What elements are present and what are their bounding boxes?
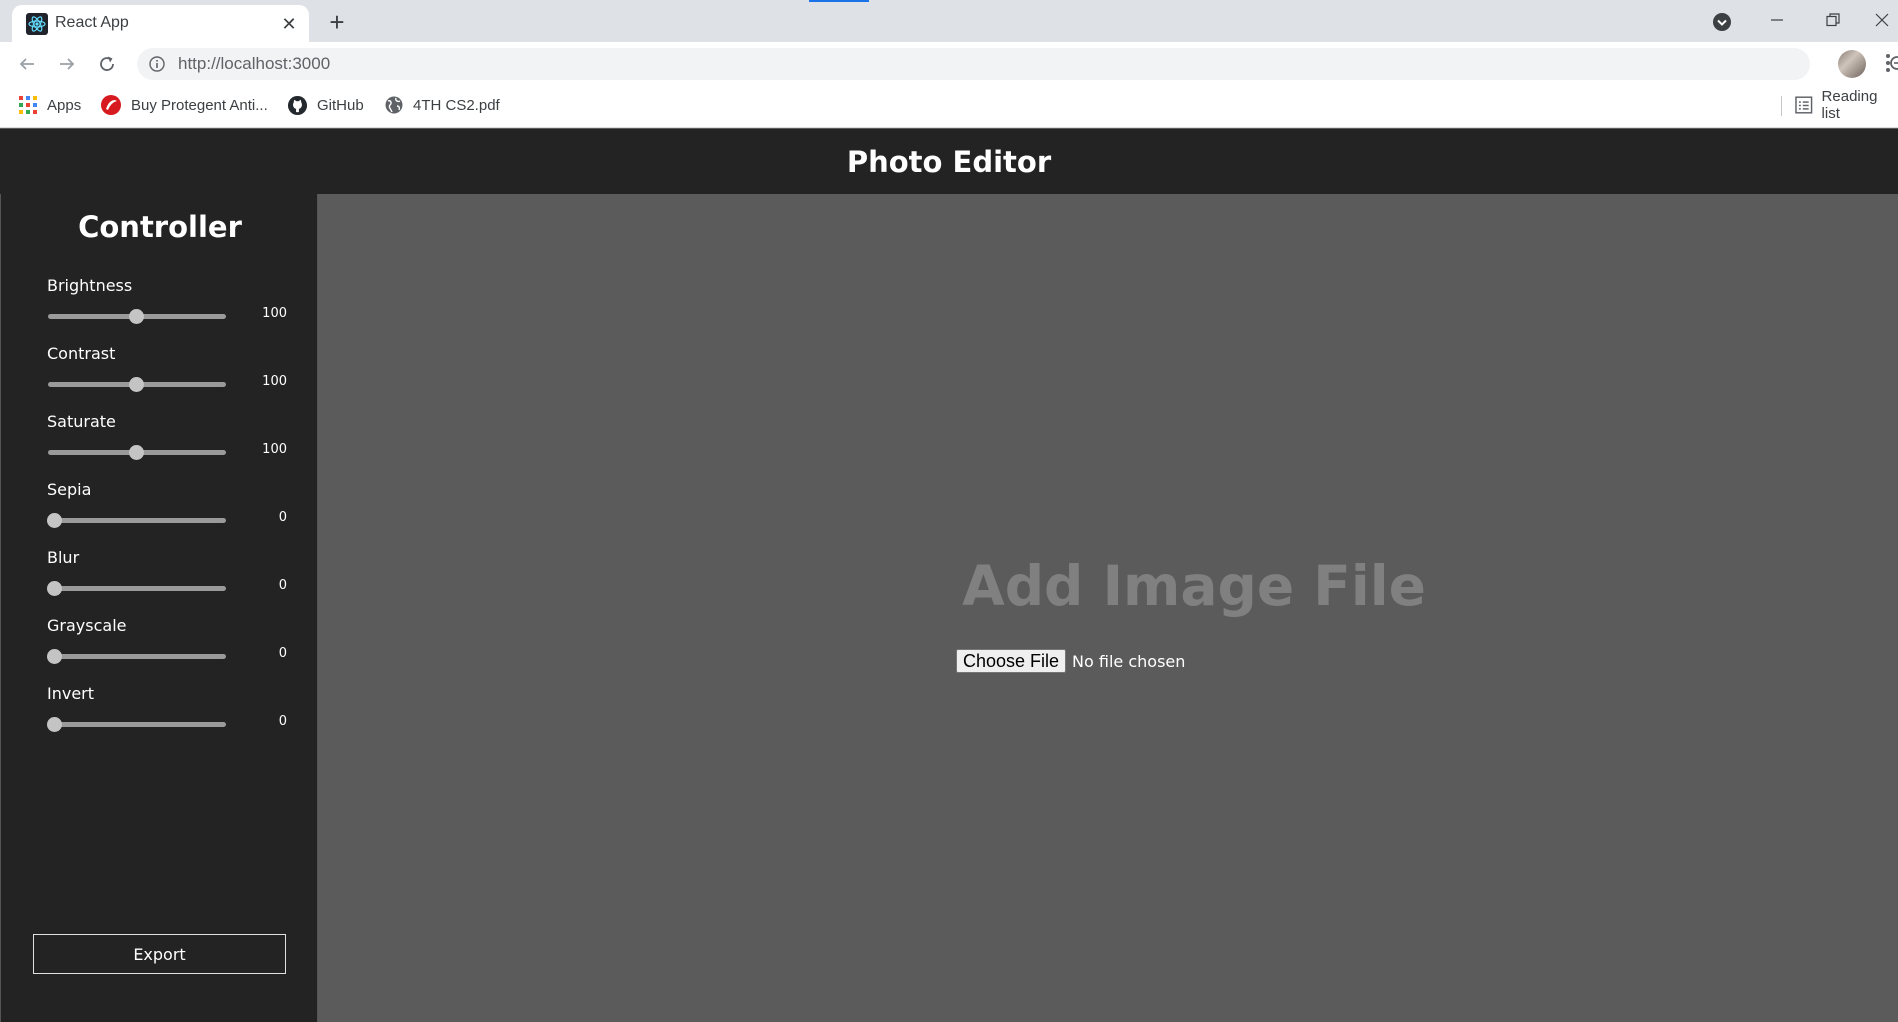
control-value: 0 xyxy=(278,510,287,525)
profile-avatar[interactable] xyxy=(1838,50,1866,78)
back-button[interactable] xyxy=(12,49,42,79)
sidebar-title: Controller xyxy=(78,210,242,244)
control-value: 0 xyxy=(278,714,287,729)
control-value: 100 xyxy=(262,374,287,389)
control-label: Sepia xyxy=(47,480,92,499)
reading-list-icon xyxy=(1795,96,1813,114)
control-label: Contrast xyxy=(47,344,116,363)
globe-icon xyxy=(385,96,403,114)
file-input[interactable]: Choose File No file chosen xyxy=(956,648,1185,674)
control-invert: Invert 0 xyxy=(47,684,287,744)
control-label: Grayscale xyxy=(47,616,127,635)
control-label: Saturate xyxy=(47,412,116,431)
image-canvas: Add Image File Choose File No file chose… xyxy=(318,194,1898,1022)
control-blur: Blur 0 xyxy=(47,548,287,608)
address-bar[interactable]: http://localhost:3000 xyxy=(137,48,1898,80)
browser-toolbar: http://localhost:3000 xyxy=(0,42,1898,84)
control-grayscale: Grayscale 0 xyxy=(47,616,287,676)
loading-indicator xyxy=(809,0,869,2)
tab-search-icon[interactable] xyxy=(1710,10,1734,34)
react-logo-icon xyxy=(26,13,48,35)
bookmark-label: Buy Protegent Anti... xyxy=(131,96,268,114)
app-title: Photo Editor xyxy=(846,144,1052,179)
reading-list-label: Reading list xyxy=(1821,88,1878,122)
blur-slider-thumb[interactable] xyxy=(47,581,62,596)
invert-slider-thumb[interactable] xyxy=(47,717,62,732)
bookmark-protegent[interactable]: Buy Protegent Anti... xyxy=(100,94,268,116)
close-window-button[interactable] xyxy=(1866,4,1898,36)
bookmark-pdf[interactable]: 4TH CS2.pdf xyxy=(384,94,500,116)
saturate-slider-thumb[interactable] xyxy=(128,445,144,460)
bookmark-github[interactable]: GitHub xyxy=(287,94,364,116)
new-tab-button[interactable]: + xyxy=(323,7,351,37)
forward-button[interactable] xyxy=(52,49,82,79)
reload-icon xyxy=(100,56,114,71)
control-value: 0 xyxy=(278,578,287,593)
control-sepia: Sepia 0 xyxy=(47,480,287,540)
restore-button[interactable] xyxy=(1810,4,1856,36)
tab-title: React App xyxy=(55,14,129,31)
control-brightness: Brightness 100 xyxy=(47,276,287,336)
tab-close-icon[interactable]: ✕ xyxy=(277,12,301,36)
grayscale-slider[interactable] xyxy=(48,654,226,659)
file-status-text: No file chosen xyxy=(1072,651,1186,671)
bookmarks-divider xyxy=(1781,96,1782,116)
contrast-slider-thumb[interactable] xyxy=(128,377,144,392)
control-saturate: Saturate 100 xyxy=(47,412,287,472)
close-icon xyxy=(1875,13,1889,27)
blur-slider[interactable] xyxy=(48,586,226,591)
bookmark-label: 4TH CS2.pdf xyxy=(413,96,500,114)
minimize-button[interactable] xyxy=(1754,4,1800,36)
browser-tab[interactable]: React App ✕ xyxy=(12,5,309,42)
bookmarks-bar: Apps Buy Protegent Anti... GitHub 4TH CS… xyxy=(0,84,1898,128)
invert-slider[interactable] xyxy=(48,722,226,727)
app-header: Photo Editor xyxy=(0,129,1898,194)
bookmark-label: Apps xyxy=(47,96,82,114)
minimize-icon xyxy=(1771,19,1783,21)
export-button[interactable]: Export xyxy=(33,934,286,974)
forward-arrow-icon xyxy=(60,58,75,70)
github-icon xyxy=(287,95,308,115)
reading-list-button[interactable]: Reading list xyxy=(1795,88,1898,122)
grayscale-slider-thumb[interactable] xyxy=(47,649,62,664)
url-text: http://localhost:3000 xyxy=(178,54,331,73)
reload-button[interactable] xyxy=(92,49,122,79)
control-value: 100 xyxy=(262,306,287,321)
info-icon[interactable] xyxy=(149,56,165,72)
choose-file-button[interactable]: Choose File xyxy=(956,649,1067,673)
bookmark-apps[interactable]: Apps xyxy=(18,94,81,116)
control-label: Invert xyxy=(47,684,95,703)
control-label: Blur xyxy=(47,548,80,567)
control-value: 0 xyxy=(278,646,287,661)
apps-grid-icon xyxy=(19,96,37,114)
controller-sidebar: Controller Brightness 100 Contrast 100 S… xyxy=(0,194,318,1022)
protegent-icon xyxy=(101,95,121,115)
browser-tab-strip: React App ✕ + xyxy=(0,0,1898,42)
control-contrast: Contrast 100 xyxy=(47,344,287,404)
sepia-slider-thumb[interactable] xyxy=(47,513,62,528)
brightness-slider-thumb[interactable] xyxy=(128,309,144,324)
menu-dots-icon[interactable] xyxy=(1884,52,1892,74)
back-arrow-icon xyxy=(19,58,34,70)
restore-icon xyxy=(1826,13,1840,27)
bookmark-label: GitHub xyxy=(317,96,364,114)
add-image-heading: Add Image File xyxy=(962,554,1426,618)
control-label: Brightness xyxy=(47,276,133,295)
control-value: 100 xyxy=(262,442,287,457)
sepia-slider[interactable] xyxy=(48,518,226,523)
